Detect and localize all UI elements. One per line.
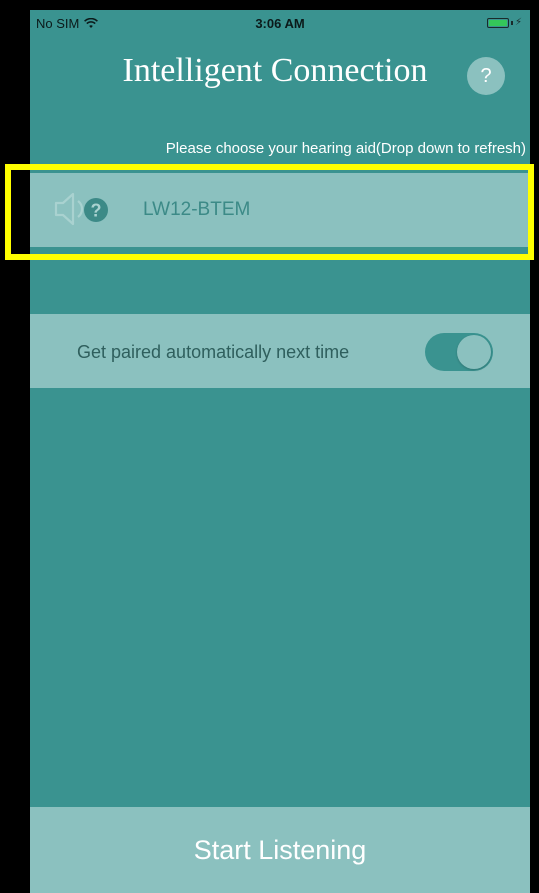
battery-icon bbox=[486, 17, 509, 28]
page-title: Intelligent Connection bbox=[122, 52, 428, 89]
start-listening-button[interactable]: Start Listening bbox=[30, 807, 530, 893]
app-screen: No SIM 3:06 AM ⚡ Intelligent Connection … bbox=[30, 10, 530, 893]
status-time: 3:06 AM bbox=[255, 16, 305, 31]
auto-pair-label: Get paired automatically next time bbox=[77, 342, 350, 362]
battery-group: ⚡ bbox=[486, 17, 522, 28]
auto-pair-row: Get paired automatically next time bbox=[30, 314, 530, 388]
speaker-question-icon: ? bbox=[54, 192, 108, 226]
help-button[interactable]: ? bbox=[467, 57, 505, 95]
title-bar: Intelligent Connection ? bbox=[30, 50, 530, 100]
charging-bolt-icon: ⚡ bbox=[514, 17, 522, 28]
list-spacer bbox=[30, 247, 530, 314]
status-bar: No SIM 3:06 AM ⚡ bbox=[30, 10, 530, 36]
device-list-item[interactable]: ? LW12-BTEM bbox=[30, 173, 530, 247]
device-name: LW12-BTEM bbox=[143, 199, 251, 220]
battery-fill bbox=[488, 19, 507, 26]
battery-tip bbox=[510, 20, 513, 25]
toggle-knob bbox=[457, 335, 491, 369]
instruction-text: Please choose your hearing aid(Drop down… bbox=[165, 140, 526, 157]
svg-text:?: ? bbox=[91, 201, 102, 221]
auto-pair-toggle[interactable] bbox=[425, 333, 493, 371]
